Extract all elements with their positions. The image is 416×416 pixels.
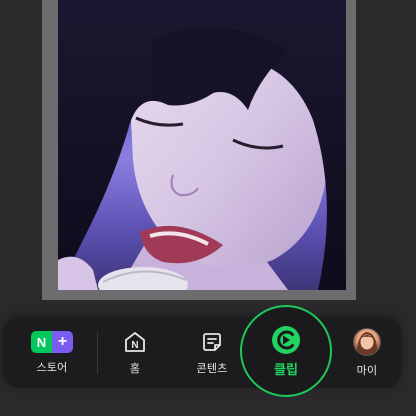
nav-item-clip[interactable]: 클립 xyxy=(240,305,332,397)
clip-play-icon xyxy=(272,325,300,354)
nav-label-home: 홈 xyxy=(129,362,141,375)
naver-home-icon: N xyxy=(125,332,145,352)
nav-label-contents: 콘텐츠 xyxy=(196,362,228,375)
video-player[interactable] xyxy=(58,0,346,290)
bottom-navigation-bar: N + 스토어 N 홈 콘텐츠 마이 xyxy=(3,318,401,388)
video-thumbnail xyxy=(58,0,346,290)
app-screen: N + 스토어 N 홈 콘텐츠 마이 클립 xyxy=(0,0,416,416)
avatar-face-icon xyxy=(356,332,378,355)
nav-label-store: 스토어 xyxy=(36,361,68,374)
home-icon-letter: N xyxy=(131,340,138,351)
nav-item-my[interactable]: 마이 xyxy=(345,318,389,388)
nav-label-clip: 클립 xyxy=(274,362,298,378)
profile-avatar xyxy=(353,328,381,356)
nav-item-home[interactable]: N 홈 xyxy=(113,318,157,388)
nav-divider xyxy=(97,332,98,374)
contents-icon xyxy=(203,333,221,351)
nav-item-contents[interactable]: 콘텐츠 xyxy=(187,318,237,388)
store-badge-plus: + xyxy=(52,331,73,353)
naver-plus-store-icon: N + xyxy=(31,331,73,353)
store-badge-n: N xyxy=(31,331,52,353)
nav-label-my: 마이 xyxy=(356,364,378,377)
nav-item-store[interactable]: N + 스토어 xyxy=(27,318,77,388)
